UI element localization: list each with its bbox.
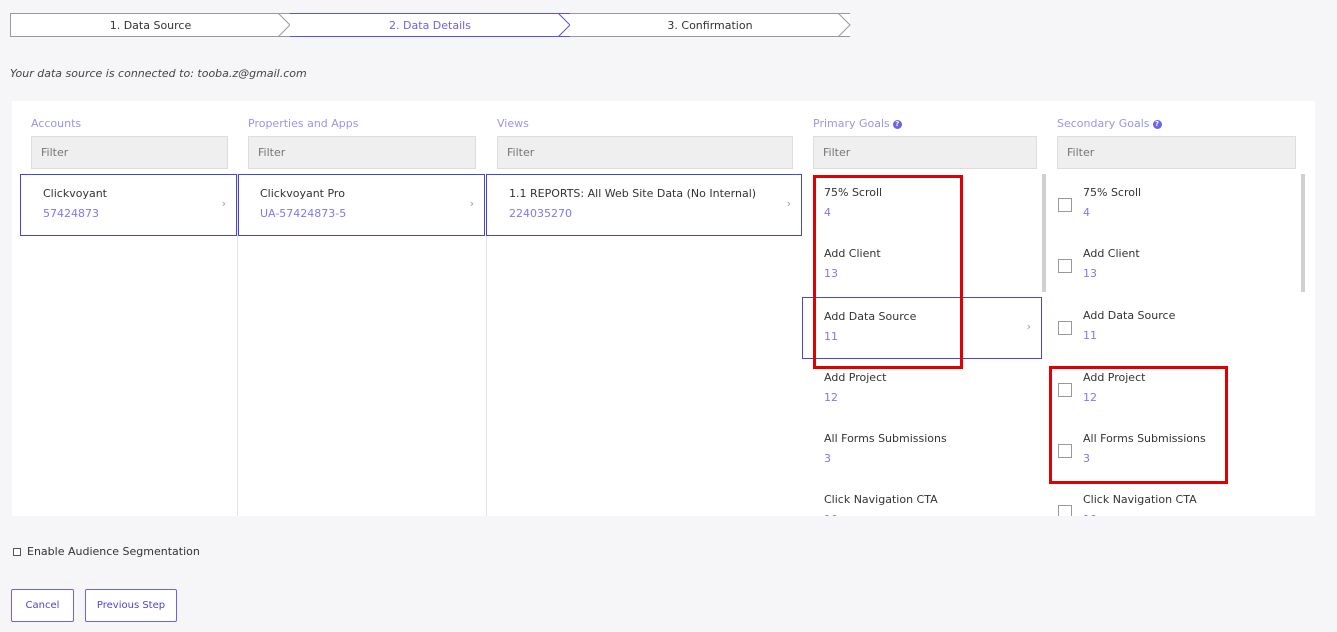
goal-count: 4: [1083, 206, 1090, 219]
primary-goal-item[interactable]: Add Client 13: [802, 235, 1042, 297]
secondary-goals-column: Secondary Goals? 75% Scroll 4 Add Client…: [1046, 101, 1315, 516]
goal-checkbox[interactable]: [1058, 259, 1072, 273]
goal-count: 12: [1083, 391, 1097, 404]
properties-header: Properties and Apps: [248, 117, 359, 130]
chevron-right-icon: ›: [1026, 320, 1031, 333]
primary-goals-header: Primary Goals?: [813, 117, 902, 130]
view-id: 224035270: [509, 207, 572, 220]
wizard-stepper: 1. Data Source 2. Data Details 3. Confir…: [10, 13, 851, 37]
goal-title: Add Client: [1083, 247, 1140, 260]
goal-count: 11: [1083, 329, 1097, 342]
goal-title: All Forms Submissions: [824, 432, 947, 445]
views-column: Views 1.1 REPORTS: All Web Site Data (No…: [486, 101, 802, 516]
account-item[interactable]: Clickvoyant 57424873 ›: [20, 174, 237, 236]
accounts-header: Accounts: [31, 117, 82, 130]
chevron-right-icon: ›: [786, 197, 791, 210]
property-title: Clickvoyant Pro: [260, 187, 345, 200]
step-data-source[interactable]: 1. Data Source: [10, 13, 291, 37]
goal-checkbox[interactable]: [1058, 198, 1072, 212]
data-details-panel: Accounts Clickvoyant 57424873 › Properti…: [12, 101, 1315, 516]
goal-title: Click Navigation CTA: [824, 493, 938, 506]
goal-count: 11: [824, 330, 838, 343]
secondary-goal-item[interactable]: Click Navigation CTA 10: [1046, 481, 1301, 516]
secondary-goal-item[interactable]: All Forms Submissions 3: [1046, 420, 1301, 482]
primary-goal-item[interactable]: Click Navigation CTA 10: [802, 481, 1042, 516]
goal-title: All Forms Submissions: [1083, 432, 1206, 445]
secondary-goal-item[interactable]: 75% Scroll 4: [1046, 174, 1301, 236]
goal-count: 13: [824, 267, 838, 280]
goal-count: 10: [1083, 513, 1097, 516]
views-header: Views: [497, 117, 529, 130]
accounts-column: Accounts Clickvoyant 57424873 ›: [12, 101, 237, 516]
audience-segmentation-checkbox[interactable]: [13, 547, 21, 556]
help-icon[interactable]: ?: [1152, 120, 1162, 129]
secondary-goal-item[interactable]: Add Client 13: [1046, 235, 1301, 297]
properties-filter-input[interactable]: [248, 136, 476, 169]
goal-count: 12: [824, 391, 838, 404]
goal-count: 3: [1083, 452, 1090, 465]
goal-count: 3: [824, 452, 831, 465]
goal-checkbox[interactable]: [1058, 505, 1072, 516]
chevron-right-icon: ›: [221, 197, 226, 210]
primary-goal-item[interactable]: Add Project 12: [802, 359, 1042, 421]
primary-goal-item[interactable]: Add Data Source 11 ›: [802, 297, 1042, 359]
property-id: UA-57424873-5: [260, 207, 347, 220]
secondary-goal-item[interactable]: Add Project 12: [1046, 359, 1301, 421]
step-arrow-icon: [838, 13, 862, 37]
secondary-goals-header: Secondary Goals?: [1057, 117, 1162, 130]
properties-column: Properties and Apps Clickvoyant Pro UA-5…: [238, 101, 486, 516]
secondary-goals-filter-input[interactable]: [1057, 136, 1296, 169]
view-title: 1.1 REPORTS: All Web Site Data (No Inter…: [509, 187, 757, 200]
goal-title: Add Client: [824, 247, 881, 260]
accounts-filter-input[interactable]: [31, 136, 228, 169]
primary-goals-column: Primary Goals? 75% Scroll 4 Add Client 1…: [802, 101, 1046, 516]
goal-checkbox[interactable]: [1058, 383, 1072, 397]
goal-count: 10: [824, 513, 838, 516]
secondary-goals-scrollbar[interactable]: [1301, 174, 1305, 292]
account-id: 57424873: [43, 207, 99, 220]
primary-goal-item[interactable]: 75% Scroll 4: [802, 174, 1042, 236]
secondary-goal-item[interactable]: Add Data Source 11: [1046, 297, 1301, 359]
goal-title: 75% Scroll: [1083, 186, 1142, 199]
account-title: Clickvoyant: [43, 187, 107, 200]
view-item[interactable]: 1.1 REPORTS: All Web Site Data (No Inter…: [486, 174, 802, 236]
primary-goal-item[interactable]: All Forms Submissions 3: [802, 420, 1042, 482]
goal-checkbox[interactable]: [1058, 444, 1072, 458]
goal-count: 4: [824, 206, 831, 219]
step-confirmation[interactable]: 3. Confirmation: [570, 13, 851, 37]
goal-title: Add Project: [1083, 371, 1146, 384]
step-label: 1. Data Source: [109, 19, 192, 32]
previous-step-button[interactable]: Previous Step: [85, 589, 177, 622]
connected-account-text: Your data source is connected to: tooba.…: [10, 67, 307, 80]
goal-title: Add Data Source: [1083, 309, 1176, 322]
goal-count: 13: [1083, 267, 1097, 280]
chevron-right-icon: ›: [469, 197, 474, 210]
audience-segmentation-toggle[interactable]: Enable Audience Segmentation: [13, 545, 200, 558]
primary-goals-filter-input[interactable]: [813, 136, 1037, 169]
primary-goals-label: Primary Goals: [813, 117, 890, 130]
goal-title: 75% Scroll: [824, 186, 883, 199]
audience-segmentation-label: Enable Audience Segmentation: [27, 545, 200, 558]
goal-title: Add Data Source: [824, 310, 917, 323]
goal-title: Add Project: [824, 371, 887, 384]
goal-checkbox[interactable]: [1058, 321, 1072, 335]
views-filter-input[interactable]: [497, 136, 793, 169]
step-data-details[interactable]: 2. Data Details: [290, 13, 571, 37]
secondary-goals-label: Secondary Goals: [1057, 117, 1150, 130]
goal-title: Click Navigation CTA: [1083, 493, 1197, 506]
help-icon[interactable]: ?: [892, 120, 902, 129]
property-item[interactable]: Clickvoyant Pro UA-57424873-5 ›: [238, 174, 485, 236]
step-label: 3. Confirmation: [667, 19, 753, 32]
step-label: 2. Data Details: [389, 19, 471, 32]
cancel-button[interactable]: Cancel: [11, 589, 74, 622]
